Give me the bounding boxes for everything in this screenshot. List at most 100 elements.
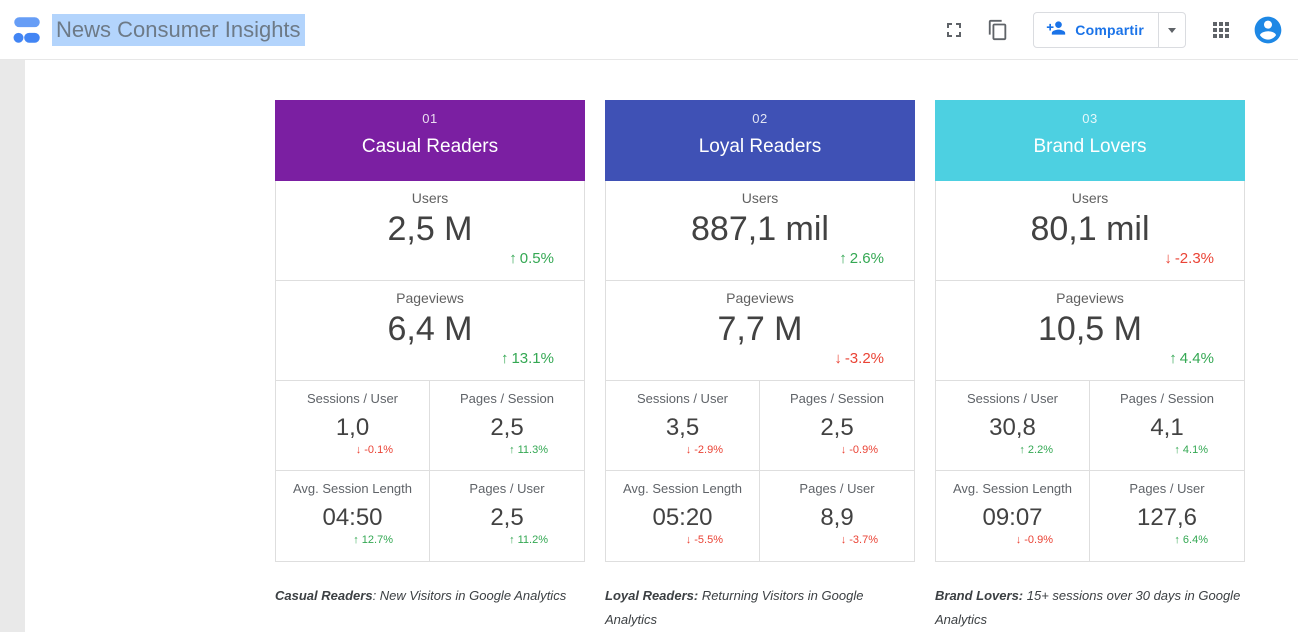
secondary-metrics: Sessions / User 1,0 -0.1% Pages / Sessio… — [276, 381, 584, 561]
metric-change: 12.7% — [353, 534, 393, 546]
metric-label: Pages / Session — [1120, 391, 1214, 406]
share-button[interactable]: Compartir — [1033, 12, 1186, 48]
metric-label: Avg. Session Length — [623, 481, 742, 496]
pages-per-user-metric: Pages / User 2,5 11.2% — [430, 471, 584, 561]
metric-value: 8,9 — [820, 504, 853, 532]
sessions-per-user-metric: Sessions / User 30,8 2.2% — [936, 381, 1090, 471]
segment-metrics: Users 887,1 mil 2.6% Pageviews 7,7 M -3.… — [605, 181, 915, 562]
share-options-dropdown[interactable] — [1158, 13, 1185, 47]
metric-label: Avg. Session Length — [953, 481, 1072, 496]
users-metric: Users 80,1 mil -2.3% — [936, 181, 1244, 281]
report-title[interactable]: News Consumer Insights — [52, 0, 305, 60]
person-add-icon — [1046, 18, 1066, 43]
metric-label: Users — [1072, 190, 1109, 206]
metric-label: Pages / Session — [460, 391, 554, 406]
metric-value: 2,5 M — [387, 209, 472, 249]
metric-label: Pages / User — [1129, 481, 1204, 496]
metric-change: -0.1% — [356, 444, 393, 456]
metric-change: 0.5% — [509, 250, 554, 267]
copy-icon[interactable] — [985, 17, 1011, 43]
metric-label: Pageviews — [396, 290, 464, 306]
datastudio-logo-icon[interactable] — [10, 13, 44, 47]
metric-change: 13.1% — [501, 350, 554, 367]
pageviews-metric: Pageviews 7,7 M -3.2% — [606, 281, 914, 381]
metric-label: Pages / Session — [790, 391, 884, 406]
segment-number: 01 — [275, 111, 585, 126]
metric-value: 2,5 — [820, 414, 853, 442]
segment-header: 03 Brand Lovers — [935, 100, 1245, 181]
metric-value: 10,5 M — [1038, 309, 1142, 349]
secondary-metrics: Sessions / User 3,5 -2.9% Pages / Sessio… — [606, 381, 914, 561]
metric-change: 2.6% — [839, 250, 884, 267]
secondary-metrics: Sessions / User 30,8 2.2% Pages / Sessio… — [936, 381, 1244, 561]
pageviews-metric: Pageviews 6,4 M 13.1% — [276, 281, 584, 381]
metric-change: -3.2% — [834, 350, 884, 367]
metric-label: Pageviews — [1056, 290, 1124, 306]
metric-change: 6.4% — [1174, 534, 1208, 546]
metric-value: 3,5 — [666, 414, 699, 442]
metric-value: 2,5 — [490, 414, 523, 442]
segment-definition: Brand Lovers: 15+ sessions over 30 days … — [935, 584, 1245, 632]
metric-label: Users — [412, 190, 449, 206]
pages-per-session-metric: Pages / Session 2,5 -0.9% — [760, 381, 914, 471]
metric-label: Sessions / User — [637, 391, 728, 406]
metric-label: Avg. Session Length — [293, 481, 412, 496]
avg-session-length-metric: Avg. Session Length 04:50 12.7% — [276, 471, 430, 561]
segment-name: Loyal Readers — [605, 136, 915, 158]
fullscreen-icon[interactable] — [941, 17, 967, 43]
toolbar-actions: Compartir — [941, 0, 1284, 60]
metric-change: -3.7% — [841, 534, 878, 546]
scorecard-loyal-readers[interactable]: 02 Loyal Readers Users 887,1 mil 2.6% Pa… — [605, 100, 915, 632]
metric-value: 04:50 — [322, 504, 382, 532]
segment-number: 03 — [935, 111, 1245, 126]
top-bar: News Consumer Insights — [0, 0, 1298, 60]
segment-definition: Casual Readers: New Visitors in Google A… — [275, 584, 585, 608]
metric-change: 11.2% — [509, 534, 548, 546]
metric-label: Sessions / User — [307, 391, 398, 406]
scorecard-brand-lovers[interactable]: 03 Brand Lovers Users 80,1 mil -2.3% Pag… — [935, 100, 1245, 632]
metric-value: 80,1 mil — [1030, 209, 1149, 249]
metric-change: 11.3% — [509, 444, 548, 456]
segment-definition-term: Loyal Readers: — [605, 588, 698, 603]
metric-value: 4,1 — [1150, 414, 1183, 442]
canvas-left-margin — [0, 60, 25, 632]
pageviews-metric: Pageviews 10,5 M 4.4% — [936, 281, 1244, 381]
metric-value: 127,6 — [1137, 504, 1197, 532]
pages-per-user-metric: Pages / User 8,9 -3.7% — [760, 471, 914, 561]
metric-change: 4.1% — [1174, 444, 1208, 456]
segment-header: 01 Casual Readers — [275, 100, 585, 181]
share-button-label: Compartir — [1075, 22, 1144, 38]
metric-label: Pages / User — [469, 481, 544, 496]
metric-value: 30,8 — [989, 414, 1036, 442]
pages-per-user-metric: Pages / User 127,6 6.4% — [1090, 471, 1244, 561]
metric-change: -2.3% — [1164, 250, 1214, 267]
share-button-main[interactable]: Compartir — [1034, 18, 1158, 43]
segment-header: 02 Loyal Readers — [605, 100, 915, 181]
report-title-text[interactable]: News Consumer Insights — [52, 14, 305, 46]
metric-label: Sessions / User — [967, 391, 1058, 406]
metric-label: Users — [742, 190, 779, 206]
scorecard-casual-readers[interactable]: 01 Casual Readers Users 2,5 M 0.5% Pagev… — [275, 100, 585, 608]
segment-definition: Loyal Readers: Returning Visitors in Goo… — [605, 584, 915, 632]
metric-value: 887,1 mil — [691, 209, 829, 249]
metric-change: 2.2% — [1019, 444, 1053, 456]
metric-change: -0.9% — [841, 444, 878, 456]
sessions-per-user-metric: Sessions / User 1,0 -0.1% — [276, 381, 430, 471]
pages-per-session-metric: Pages / Session 2,5 11.3% — [430, 381, 584, 471]
metric-change: -5.5% — [686, 534, 723, 546]
user-avatar[interactable] — [1252, 14, 1284, 46]
metric-value: 09:07 — [982, 504, 1042, 532]
users-metric: Users 887,1 mil 2.6% — [606, 181, 914, 281]
segment-metrics: Users 80,1 mil -2.3% Pageviews 10,5 M 4.… — [935, 181, 1245, 562]
metric-change: -2.9% — [686, 444, 723, 456]
apps-grid-icon[interactable] — [1208, 17, 1234, 43]
segment-metrics: Users 2,5 M 0.5% Pageviews 6,4 M 13.1% S… — [275, 181, 585, 562]
metric-value: 6,4 M — [387, 309, 472, 349]
metric-label: Pageviews — [726, 290, 794, 306]
metric-value: 1,0 — [336, 414, 369, 442]
datastudio-report: News Consumer Insights — [0, 0, 1298, 632]
avg-session-length-metric: Avg. Session Length 05:20 -5.5% — [606, 471, 760, 561]
avg-session-length-metric: Avg. Session Length 09:07 -0.9% — [936, 471, 1090, 561]
pages-per-session-metric: Pages / Session 4,1 4.1% — [1090, 381, 1244, 471]
users-metric: Users 2,5 M 0.5% — [276, 181, 584, 281]
